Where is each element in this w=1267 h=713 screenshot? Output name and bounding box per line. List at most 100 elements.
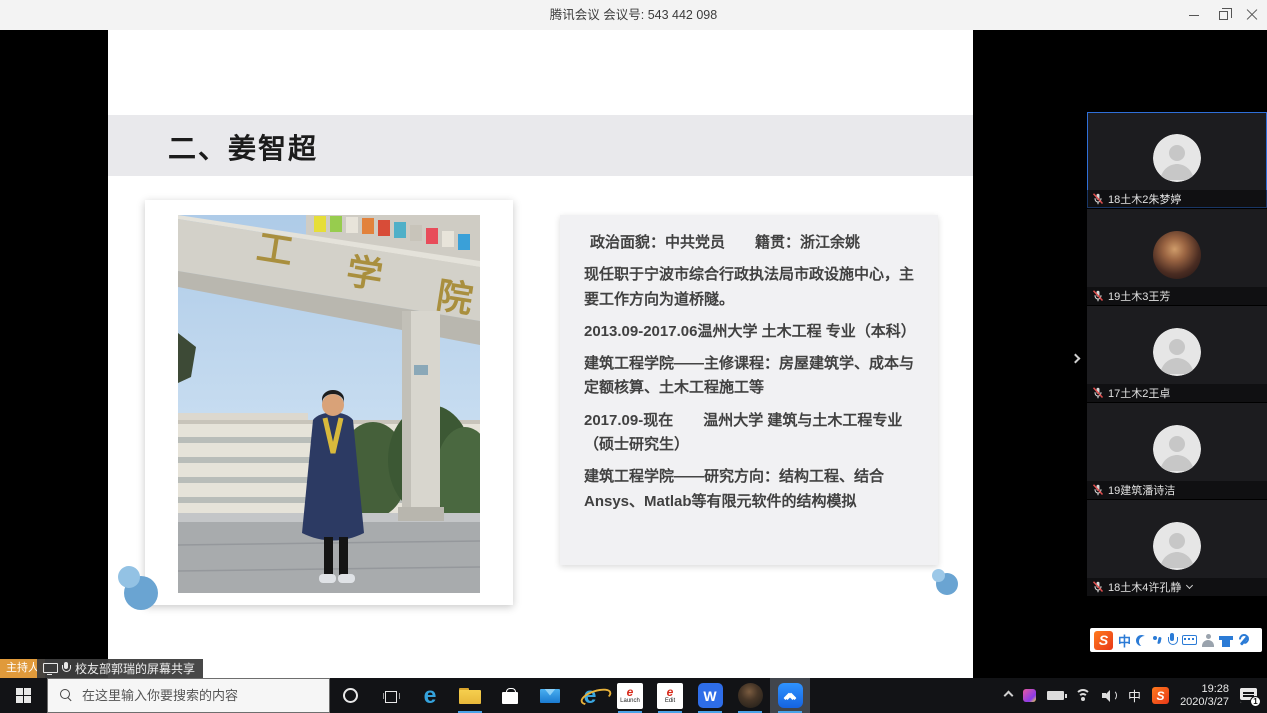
meeting-window: 腾讯会议 会议号: 543 442 098 二、姜智超 [0,0,1267,713]
clock[interactable]: 19:28 2020/3/27 [1180,683,1229,709]
launch-app-button[interactable]: eLaunch [610,678,650,713]
muted-mic-icon [1092,387,1104,399]
fullhalf-moon-icon[interactable] [1136,635,1147,646]
launch-caption: Launch [620,698,640,705]
sogou-ime-toolbar[interactable]: S 中 [1090,628,1262,652]
participant-tile[interactable]: 18土木2朱梦婷 [1087,112,1267,208]
muted-mic-icon [1092,484,1104,496]
language-indicator[interactable]: 中 [1128,686,1141,705]
participant-tile[interactable]: 17土木2王卓 [1087,306,1267,402]
folder-icon [459,688,481,704]
restore-button[interactable] [1208,0,1238,30]
photo-card: 工 学 院 [145,200,513,605]
skin-icon[interactable] [1219,636,1233,647]
cortana-button[interactable] [330,678,370,713]
collapse-video-panel-button[interactable] [1072,349,1088,365]
wifi-icon [1075,689,1091,702]
minimize-icon [1189,15,1199,16]
participant-tile[interactable]: 18土木4许孔静 [1087,500,1267,596]
mail-button[interactable] [530,678,570,713]
microsoft-store-button[interactable] [490,678,530,713]
bio-text-card: 政治面貌：中共党员 籍贯：浙江余姚 现任职于宁波市综合行政执法局市政设施中心，主… [560,215,938,565]
settings-wrench-icon[interactable] [1238,634,1251,647]
mail-icon [540,689,560,703]
participant-name-bar: 18土木2朱梦婷 [1087,190,1267,208]
close-icon [1246,9,1258,21]
avatar [1153,522,1201,570]
task-view-button[interactable] [370,678,410,713]
slide-title: 二、姜智超 [168,127,318,167]
avatar [1153,231,1201,279]
participant-name: 19建筑潘诗洁 [1108,482,1175,498]
mic-icon [61,662,70,675]
battery-button[interactable] [1047,691,1064,700]
bio-paragraph: 2017.09-现在 温州大学 建筑与土木工程专业（硕士研究生） [584,409,914,458]
close-button[interactable] [1237,0,1267,30]
title-bar: 腾讯会议 会议号: 543 442 098 [0,0,1267,30]
ie-letter: e [584,682,597,708]
sogou-logo-icon[interactable]: S [1094,631,1113,650]
action-center-button[interactable]: 1 [1240,688,1257,703]
graduation-photo: 工 学 院 [178,215,480,593]
chevron-down-icon[interactable] [1186,582,1193,589]
edit-caption: Edit [665,698,675,705]
cortana-icon [343,688,358,703]
wps-button[interactable]: W [690,678,730,713]
notification-icon: 1 [1240,688,1257,703]
tencent-meeting-button[interactable] [770,678,810,713]
date: 2020/3/27 [1180,696,1229,709]
notification-badge: 1 [1250,696,1261,707]
chinese-mode-toggle[interactable]: 中 [1118,631,1131,650]
edit-app-button[interactable]: eEdit [650,678,690,713]
edge-button[interactable]: e [410,678,450,713]
internet-explorer-icon: e [584,684,597,708]
bio-paragraph: 现任职于宁波市综合行政执法局市政设施中心，主要工作方向为道桥隧。 [584,263,914,312]
voice-input-icon[interactable] [1167,633,1177,647]
battery-icon [1047,691,1064,700]
participant-tile[interactable]: 19土木3王芳 [1087,209,1267,305]
tray-app-button[interactable] [1023,689,1036,702]
screen-share-icon [43,663,56,674]
sogou-tray-button[interactable]: S [1152,687,1169,704]
system-tray: 中 S 19:28 2020/3/27 1 [1005,678,1267,713]
network-button[interactable] [1075,689,1091,702]
store-icon [502,688,518,704]
avatar [1153,328,1201,376]
punctuation-icon[interactable] [1152,634,1162,646]
red-e-glyph: e [667,686,674,698]
participant-name: 17土木2王卓 [1108,385,1170,401]
app-button[interactable] [730,678,770,713]
minimize-button[interactable] [1179,0,1209,30]
file-explorer-button[interactable] [450,678,490,713]
bio-paragraph: 2013.09-2017.06温州大学 土木工程 专业（本科） [584,320,914,344]
participant-name: 18土木4许孔静 [1108,579,1181,595]
participant-tile[interactable]: 19建筑潘诗洁 [1087,403,1267,499]
edit-app-icon: eEdit [657,683,683,709]
bio-paragraph: 建筑工程学院——主修课程：房屋建筑学、成本与定额核算、土木工程施工等 [584,352,914,401]
avatar [1153,134,1201,182]
shared-screen: 二、姜智超 [108,30,973,678]
edge-icon: e [424,684,437,707]
screen-share-text: 校友部郭瑞的屏幕共享 [75,660,195,677]
muted-mic-icon [1092,290,1104,302]
soft-keyboard-icon[interactable] [1182,635,1197,645]
screen-share-status: 校友部郭瑞的屏幕共享 [37,659,203,678]
volume-button[interactable] [1102,689,1117,702]
muted-mic-icon [1092,193,1104,205]
tray-app-icon [1023,689,1036,702]
app-icon [738,683,763,708]
participant-video-panel: 18土木2朱梦婷 19土木3王芳 17土木2王卓 [1087,112,1267,597]
task-view-icon [383,690,398,702]
account-icon[interactable] [1202,634,1214,647]
tray-expand-button[interactable] [1005,692,1012,699]
internet-explorer-button[interactable]: e [570,678,610,713]
taskbar-search[interactable] [47,678,330,713]
time: 19:28 [1180,683,1229,696]
restore-icon [1219,11,1228,20]
start-button[interactable] [0,678,47,713]
search-input[interactable] [82,688,312,703]
bio-paragraph: 政治面貌：中共党员 籍贯：浙江余姚 [584,231,914,255]
tencent-meeting-icon [778,683,803,708]
participant-name: 19土木3王芳 [1108,288,1170,304]
bio-paragraph: 建筑工程学院——研究方向：结构工程、结合Ansys、Matlab等有限元软件的结… [584,465,914,514]
